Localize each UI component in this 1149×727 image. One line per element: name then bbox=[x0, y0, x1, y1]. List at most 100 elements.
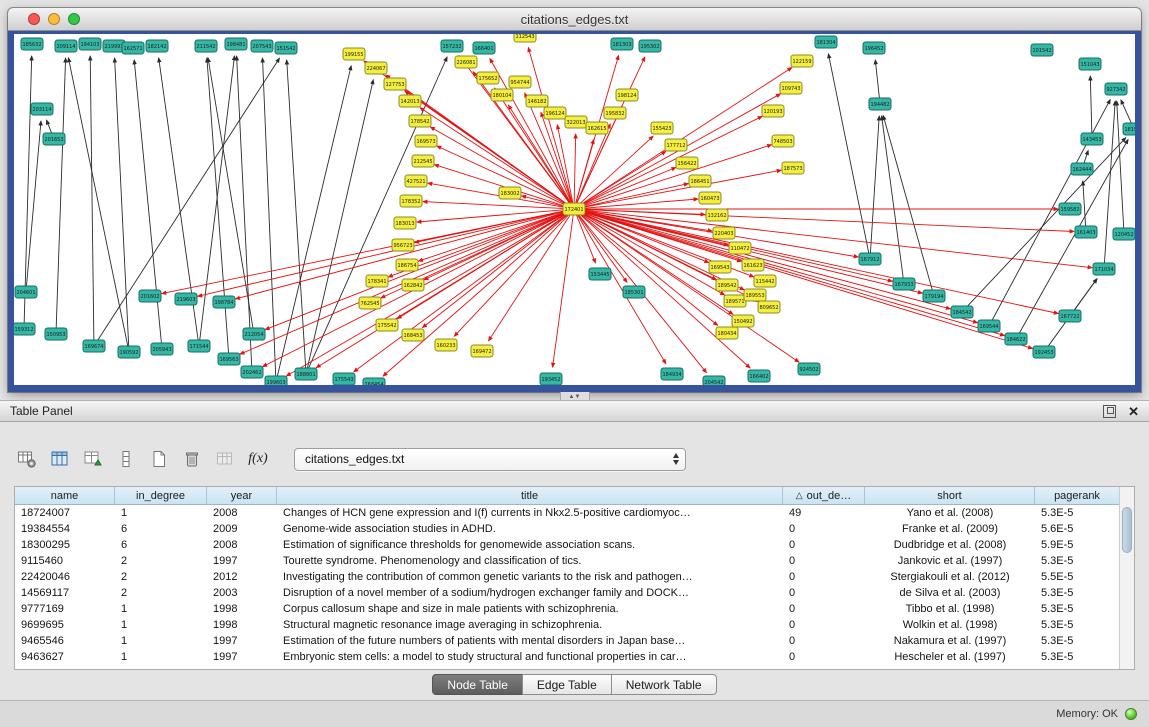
network-node[interactable]: 196452 bbox=[863, 42, 885, 54]
network-node[interactable]: 202462 bbox=[241, 366, 263, 378]
network-edge[interactable] bbox=[90, 56, 94, 342]
network-node[interactable]: 219603 bbox=[175, 293, 197, 305]
network-edge[interactable] bbox=[578, 145, 772, 208]
table-cell[interactable]: Tourette syndrome. Phenomenology and cla… bbox=[277, 553, 783, 569]
network-node[interactable]: 205943 bbox=[151, 343, 173, 355]
network-node[interactable]: 201653 bbox=[43, 133, 65, 145]
table-cell[interactable]: 0 bbox=[783, 617, 865, 633]
network-node[interactable]: 115442 bbox=[754, 275, 776, 287]
network-node[interactable]: 110472 bbox=[729, 242, 751, 254]
table-cell[interactable]: 9777169 bbox=[15, 601, 115, 617]
network-node[interactable]: 180104 bbox=[491, 89, 513, 101]
row-options-icon[interactable] bbox=[113, 446, 139, 472]
network-node[interactable]: 181303 bbox=[611, 38, 633, 50]
table-cell[interactable]: 6 bbox=[115, 537, 207, 553]
network-edge[interactable] bbox=[277, 66, 351, 378]
table-cell[interactable]: 1997 bbox=[207, 649, 277, 665]
network-edge[interactable] bbox=[237, 56, 252, 368]
table-cell[interactable]: 9465546 bbox=[15, 633, 115, 649]
table-cell[interactable]: 5.3E-5 bbox=[1035, 617, 1120, 633]
network-edge[interactable] bbox=[418, 210, 570, 261]
network-node[interactable]: 220403 bbox=[713, 227, 735, 239]
network-node[interactable]: 199155 bbox=[343, 48, 365, 60]
network-node[interactable]: 954744 bbox=[509, 76, 531, 88]
table-cell[interactable]: 1 bbox=[115, 649, 207, 665]
network-table-select[interactable]: citations_edges.txt bbox=[294, 448, 686, 471]
network-edge[interactable] bbox=[354, 211, 571, 372]
network-node[interactable]: 186451 bbox=[689, 175, 711, 187]
network-node[interactable]: 184542 bbox=[951, 306, 973, 318]
column-header-title[interactable]: title bbox=[277, 487, 783, 505]
network-node[interactable]: 199603 bbox=[265, 376, 287, 385]
network-edge[interactable] bbox=[115, 58, 129, 348]
network-node[interactable]: 153445 bbox=[589, 268, 611, 280]
network-edge[interactable] bbox=[875, 60, 879, 100]
network-edge[interactable] bbox=[883, 116, 933, 293]
minimize-window-icon[interactable] bbox=[48, 13, 60, 25]
network-node[interactable]: 162571 bbox=[122, 42, 144, 54]
table-cell[interactable]: 1 bbox=[115, 505, 207, 521]
network-node[interactable]: 159312 bbox=[14, 323, 35, 335]
column-header-name[interactable]: name bbox=[15, 487, 115, 505]
table-cell[interactable]: Tibbo et al. (1998) bbox=[865, 601, 1035, 617]
table-cell[interactable]: 2012 bbox=[207, 569, 277, 585]
network-edge[interactable] bbox=[828, 54, 869, 255]
table-cell[interactable]: Genome-wide association studies in ADHD. bbox=[277, 521, 783, 537]
network-node[interactable]: 183013 bbox=[394, 217, 416, 229]
table-cell[interactable]: 0 bbox=[783, 553, 865, 569]
network-node[interactable]: 162842 bbox=[402, 279, 424, 291]
network-edge[interactable] bbox=[870, 116, 879, 255]
table-cell[interactable]: Stergiakouli et al. (2012) bbox=[865, 569, 1035, 585]
network-edge[interactable] bbox=[578, 210, 1058, 314]
network-node[interactable]: 212054 bbox=[243, 328, 265, 340]
network-node[interactable]: 956723 bbox=[392, 239, 414, 251]
network-node[interactable]: 203114 bbox=[31, 103, 53, 115]
network-node[interactable]: 142013 bbox=[399, 95, 421, 107]
network-node[interactable]: 150492 bbox=[732, 315, 754, 327]
column-header-short[interactable]: short bbox=[865, 487, 1035, 505]
memory-indicator-icon[interactable] bbox=[1125, 708, 1137, 720]
table-row[interactable]: 1938455462009Genome-wide association stu… bbox=[15, 521, 1134, 537]
network-node[interactable]: 178341 bbox=[366, 275, 388, 287]
network-node[interactable]: 927342 bbox=[1105, 83, 1127, 95]
table-cell[interactable]: 2009 bbox=[207, 521, 277, 537]
network-node[interactable]: 161623 bbox=[742, 259, 764, 271]
close-panel-icon[interactable]: ✕ bbox=[1128, 405, 1139, 418]
network-node[interactable]: 146182 bbox=[526, 95, 548, 107]
network-edge[interactable] bbox=[576, 124, 611, 205]
network-edge[interactable] bbox=[24, 56, 32, 325]
network-node[interactable]: 155423 bbox=[651, 122, 673, 134]
network-node[interactable]: 181944 bbox=[1123, 123, 1135, 135]
network-node[interactable]: 201602 bbox=[139, 290, 161, 302]
network-edge[interactable] bbox=[26, 121, 41, 288]
network-node[interactable]: 127753 bbox=[384, 78, 406, 90]
network-node[interactable]: 169674 bbox=[83, 340, 105, 352]
table-cell[interactable]: 14569117 bbox=[15, 585, 115, 601]
network-node[interactable]: 189571 bbox=[724, 295, 746, 307]
network-node[interactable]: 169563 bbox=[218, 353, 240, 365]
zoom-window-icon[interactable] bbox=[68, 13, 80, 25]
network-node[interactable]: 196124 bbox=[544, 107, 566, 119]
network-node[interactable]: 157232 bbox=[441, 40, 463, 52]
column-header-pagerank[interactable]: pagerank bbox=[1035, 487, 1120, 505]
network-edge[interactable] bbox=[965, 138, 1126, 309]
table-cell[interactable]: Structural magnetic resonance image aver… bbox=[277, 617, 783, 633]
network-node[interactable]: 188801 bbox=[295, 368, 317, 380]
network-edge[interactable] bbox=[553, 213, 574, 367]
table-row[interactable]: 977716911998Corpus callosum shape and si… bbox=[15, 601, 1134, 617]
table-row[interactable]: 911546021997Tourette syndrome. Phenomeno… bbox=[15, 553, 1134, 569]
table-cell[interactable]: Embryonic stem cells: a model to study s… bbox=[277, 649, 783, 665]
window-titlebar[interactable]: citations_edges.txt bbox=[8, 8, 1141, 31]
table-cell[interactable]: 18724007 bbox=[15, 505, 115, 521]
table-row[interactable]: 969969511998Structural magnetic resonanc… bbox=[15, 617, 1134, 633]
network-node[interactable]: 169573 bbox=[415, 135, 437, 147]
import-table-icon[interactable] bbox=[80, 446, 106, 472]
table-cell[interactable]: 9115460 bbox=[15, 553, 115, 569]
network-node[interactable]: 132162 bbox=[706, 209, 728, 221]
network-node[interactable]: 169544 bbox=[978, 320, 1000, 332]
table-scrollbar-thumb[interactable] bbox=[1122, 507, 1132, 553]
float-panel-icon[interactable] bbox=[1103, 405, 1116, 418]
network-node[interactable]: 185632 bbox=[21, 38, 43, 50]
network-node[interactable]: 171034 bbox=[1093, 263, 1115, 275]
network-node[interactable]: 181304 bbox=[815, 36, 837, 48]
